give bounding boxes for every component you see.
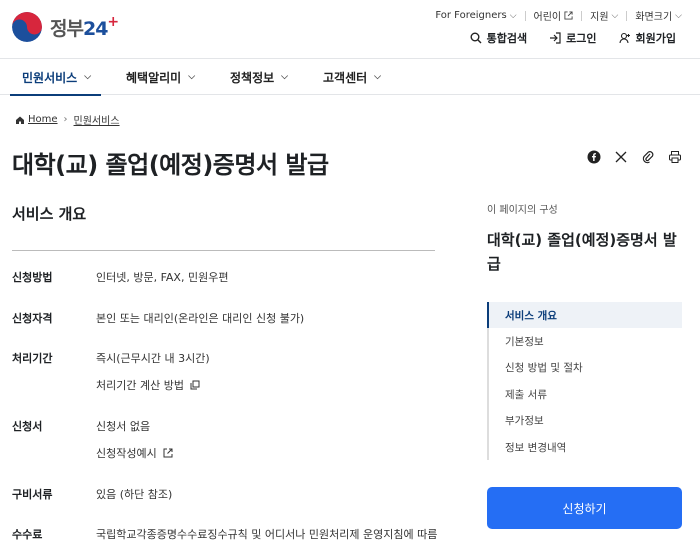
utility-menu: For Foreigners ⌵ 어린이 지원 ⌵ 화면크기 ⌵ xyxy=(435,8,682,23)
x-icon[interactable] xyxy=(614,149,628,163)
form-example-link[interactable]: 신청작성예시 xyxy=(96,445,436,461)
row-label: 신청방법 xyxy=(12,271,53,284)
breadcrumb-separator: › xyxy=(63,114,68,125)
divider xyxy=(626,10,628,21)
section-divider xyxy=(12,250,435,251)
row-label: 구비서류 xyxy=(12,488,53,501)
external-link-icon xyxy=(163,448,173,458)
nav-benefit-alerts[interactable]: 혜택알리미 ⌵ xyxy=(126,59,195,95)
toc-title: 대학(교) 졸업(예정)증명서 발급 xyxy=(487,231,677,273)
search-button[interactable]: 통합검색 xyxy=(470,30,527,46)
divider xyxy=(581,10,583,21)
logo[interactable]: 정부24+ xyxy=(12,12,119,42)
row-value: 신청서 없음 xyxy=(96,420,151,433)
row-label: 수수료 xyxy=(12,528,43,541)
print-icon[interactable] xyxy=(668,149,682,163)
for-foreigners-link[interactable]: For Foreigners ⌵ xyxy=(435,10,516,21)
external-link-icon xyxy=(564,11,573,20)
toc-item-additional-info[interactable]: 부가정보 xyxy=(489,408,682,434)
nav-policy-info[interactable]: 정책정보 ⌵ xyxy=(230,59,288,95)
link-icon[interactable] xyxy=(641,149,655,164)
toc-item-procedure[interactable]: 신청 방법 및 절차 xyxy=(489,355,682,381)
breadcrumb-current[interactable]: 민원서비스 xyxy=(74,112,120,127)
login-icon xyxy=(550,32,561,44)
divider xyxy=(524,10,526,21)
signup-button[interactable]: 회원가입 xyxy=(618,30,676,46)
header-actions: 통합검색 로그인 회원가입 xyxy=(470,30,676,46)
period-calc-link[interactable]: 처리기간 계산 방법 xyxy=(96,377,436,393)
home-icon xyxy=(16,116,24,124)
breadcrumb: Home › 민원서비스 xyxy=(15,112,120,127)
row-value: 국립학교각종증명수수료징수규칙 및 어디서나 민원처리제 운영지침에 따름 xyxy=(96,528,438,541)
row-label: 처리기간 xyxy=(12,352,53,365)
share-tools xyxy=(587,149,682,164)
page-title: 대학(교) 졸업(예정)증명서 발급 xyxy=(12,151,329,179)
chevron-down-icon: ⌵ xyxy=(84,72,92,82)
apply-button[interactable]: 신청하기 xyxy=(487,487,682,529)
row-value: 인터넷, 방문, FAX, 민원우편 xyxy=(96,271,229,284)
kids-link[interactable]: 어린이 xyxy=(534,8,574,23)
search-icon xyxy=(470,32,482,44)
breadcrumb-home[interactable]: Home xyxy=(28,114,58,125)
chevron-down-icon: ⌵ xyxy=(281,72,288,82)
chevron-down-icon: ⌵ xyxy=(611,10,619,21)
toc-item-basic-info[interactable]: 기본정보 xyxy=(489,328,682,354)
chevron-down-icon: ⌵ xyxy=(675,10,682,21)
main-navigation: 민원서비스 ⌵ 혜택알리미 ⌵ 정책정보 ⌵ 고객센터 ⌵ xyxy=(0,59,700,96)
section-title-overview: 서비스 개요 xyxy=(12,205,87,223)
toc-caption: 이 페이지의 구성 xyxy=(487,205,558,216)
copy-icon xyxy=(190,380,200,390)
row-value: 본인 또는 대리인(온라인은 대리인 신청 불가) xyxy=(96,312,305,325)
toc-list: 서비스 개요 기본정보 신청 방법 및 절차 제출 서류 부가정보 정보 변경내… xyxy=(487,302,682,461)
toc-item-overview[interactable]: 서비스 개요 xyxy=(487,302,682,329)
row-label: 신청서 xyxy=(12,420,43,433)
toc-item-documents[interactable]: 제출 서류 xyxy=(489,381,682,407)
facebook-icon[interactable] xyxy=(587,149,601,164)
chevron-down-icon: ⌵ xyxy=(374,72,381,82)
row-value: 즉시(근무시간 내 3시간) xyxy=(96,352,210,365)
row-label: 신청자격 xyxy=(12,312,53,325)
taegeuk-logo-icon xyxy=(12,12,42,42)
user-plus-icon xyxy=(618,32,630,44)
nav-civil-services[interactable]: 민원서비스 ⌵ xyxy=(9,59,102,96)
logo-text: 정부24+ xyxy=(50,13,119,40)
nav-customer-center[interactable]: 고객센터 ⌵ xyxy=(323,59,381,95)
font-size-menu[interactable]: 화면크기 ⌵ xyxy=(635,8,682,24)
row-value: 있음 (하단 참조) xyxy=(96,488,173,501)
chevron-down-icon: ⌵ xyxy=(509,10,517,21)
login-button[interactable]: 로그인 xyxy=(549,30,597,46)
support-menu[interactable]: 지원 ⌵ xyxy=(590,8,619,24)
toc-item-change-history[interactable]: 정보 변경내역 xyxy=(489,434,682,460)
chevron-down-icon: ⌵ xyxy=(188,72,196,82)
